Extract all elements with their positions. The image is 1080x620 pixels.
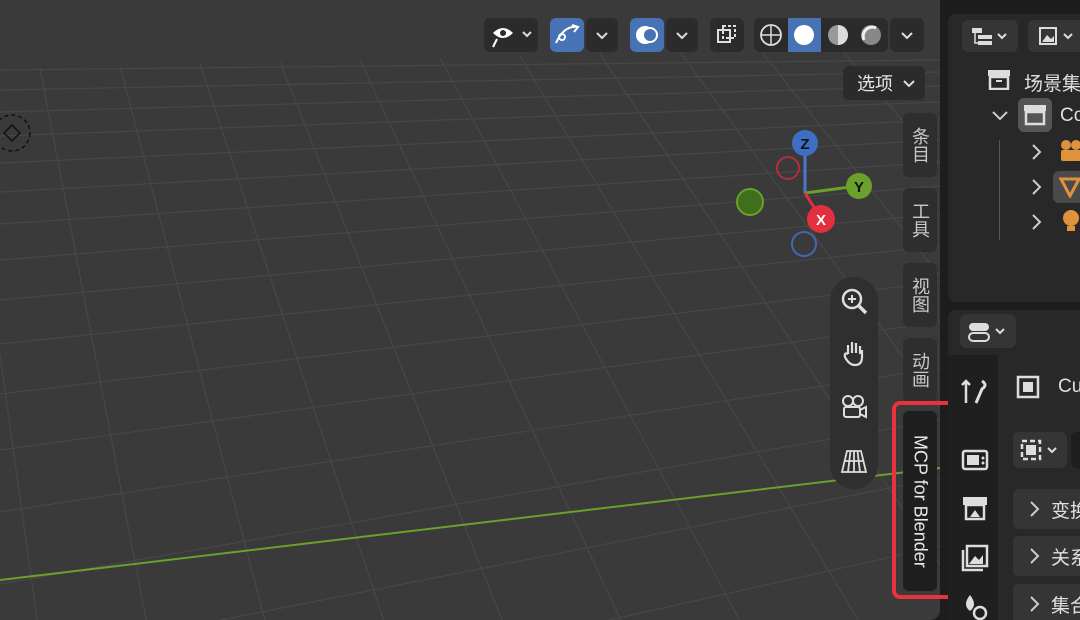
output-properties-icon[interactable] xyxy=(960,493,990,523)
outliner-display-mode-dropdown[interactable] xyxy=(962,20,1018,52)
3d-viewport[interactable]: 选项 Z Y X 条目 工具 视图 动画 MCP for Blender xyxy=(0,0,940,620)
transform-panel-header[interactable]: 变换 xyxy=(1013,489,1080,529)
object-name-field[interactable] xyxy=(1071,432,1080,468)
viewport-grid xyxy=(0,47,940,620)
scene-collection-label: 场景集 xyxy=(1024,74,1080,95)
collection-icon xyxy=(1018,98,1052,132)
shading-dropdown[interactable] xyxy=(890,18,924,52)
transform-panel-label: 变换 xyxy=(1051,500,1080,522)
navigation-gizmo[interactable]: Z Y X xyxy=(730,125,890,275)
object-icon xyxy=(1016,375,1040,399)
visibility-dropdown[interactable] xyxy=(484,18,538,52)
options-label: 选项 xyxy=(857,74,893,94)
collapse-chevron-icon[interactable] xyxy=(990,106,1010,126)
tab-item[interactable]: 条目 xyxy=(903,113,937,177)
chevron-down-icon xyxy=(903,80,915,88)
tree-line xyxy=(999,140,1000,240)
expand-chevron-icon[interactable] xyxy=(1028,177,1044,197)
axis-y-label: Y xyxy=(854,179,864,196)
render-properties-icon[interactable] xyxy=(960,443,990,473)
blender-window: 选项 Z Y X 条目 工具 视图 动画 MCP for Blender 场景集… xyxy=(0,0,1080,620)
collections-panel-label: 集合 xyxy=(1051,595,1080,617)
expand-chevron-icon[interactable] xyxy=(1028,212,1044,232)
camera-object-icon xyxy=(1061,140,1080,161)
tab-view-label: 视图 xyxy=(910,277,930,313)
tab-animation[interactable]: 动画 xyxy=(903,338,937,402)
expand-chevron-icon xyxy=(1030,501,1040,517)
object-data-icon xyxy=(1020,439,1057,461)
wireframe-shading-icon[interactable] xyxy=(754,18,788,52)
tab-view[interactable]: 视图 xyxy=(903,263,937,327)
scene-properties-icon[interactable] xyxy=(960,591,990,620)
tab-tool-label: 工具 xyxy=(910,202,930,238)
collections-panel-header[interactable]: 集合 xyxy=(1013,584,1080,620)
list-tree-icon xyxy=(972,28,1007,45)
axis-z-label: Z xyxy=(800,136,809,153)
collection-label: Co xyxy=(1060,105,1080,126)
relations-panel-label: 关系 xyxy=(1051,547,1080,569)
zoom-icon[interactable] xyxy=(836,283,872,319)
overlays-dropdown[interactable] xyxy=(666,18,698,52)
expand-chevron-icon xyxy=(1030,596,1040,612)
object-name-label: Cu xyxy=(1058,376,1080,397)
axis-x-label: X xyxy=(816,212,826,229)
relations-panel-header[interactable]: 关系 xyxy=(1013,536,1080,576)
material-shading-icon[interactable] xyxy=(821,18,855,52)
camera-object xyxy=(0,114,31,152)
mesh-object-icon xyxy=(1053,171,1080,203)
overlays-toggle-button[interactable] xyxy=(630,18,664,52)
xray-toggle-button[interactable] xyxy=(710,18,744,52)
gizmo-toggle-button[interactable] xyxy=(550,18,584,52)
properties-tab-bar xyxy=(948,355,998,620)
outliner-filter-dropdown[interactable] xyxy=(1028,20,1080,52)
outliner-panel: 场景集 Co xyxy=(948,14,1080,302)
tool-settings-icon[interactable] xyxy=(960,377,990,407)
tab-item-label: 条目 xyxy=(910,127,930,163)
properties-editor-dropdown[interactable] xyxy=(960,314,1016,348)
view-layer-icon[interactable] xyxy=(960,543,990,573)
light-object-icon xyxy=(1063,210,1079,231)
options-dropdown[interactable]: 选项 xyxy=(843,66,925,100)
gizmo-dropdown[interactable] xyxy=(586,18,618,52)
pan-hand-icon[interactable] xyxy=(836,335,872,371)
solid-shading-icon[interactable] xyxy=(787,18,821,52)
expand-chevron-icon[interactable] xyxy=(1028,142,1044,162)
expand-chevron-icon xyxy=(1030,548,1040,564)
toggle-icon xyxy=(968,323,1005,342)
perspective-grid-icon[interactable] xyxy=(836,443,872,479)
tab-tool[interactable]: 工具 xyxy=(903,188,937,252)
shading-mode-group xyxy=(754,18,888,52)
object-type-dropdown[interactable] xyxy=(1013,432,1067,468)
rendered-shading-icon[interactable] xyxy=(855,18,889,52)
scene-collection-icon xyxy=(988,70,1010,90)
tab-animation-label: 动画 xyxy=(910,352,930,388)
camera-view-icon[interactable] xyxy=(836,389,872,425)
image-stack-icon xyxy=(1039,27,1073,45)
highlight-box xyxy=(892,401,956,599)
